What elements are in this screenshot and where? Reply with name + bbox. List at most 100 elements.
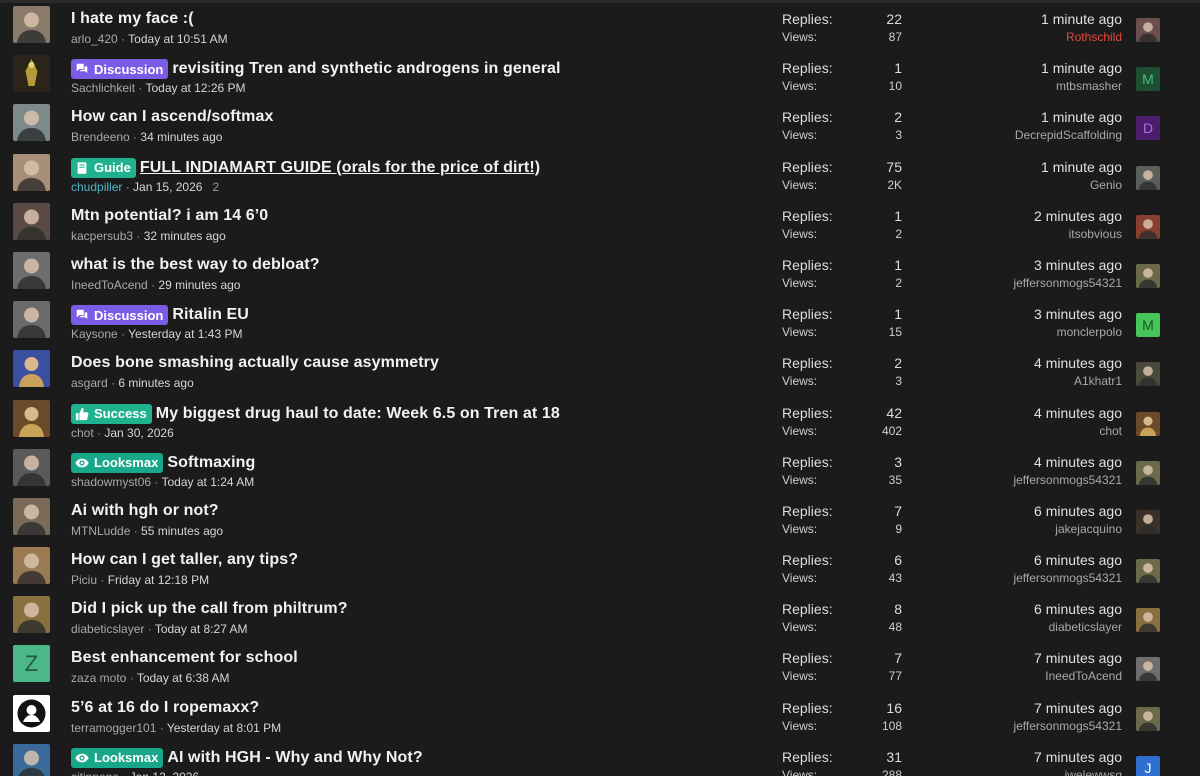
thread-start-date[interactable]: Today at 10:51 AM [128, 32, 227, 46]
thread-start-date[interactable]: Today at 8:27 AM [155, 622, 248, 636]
author-link[interactable]: chot [71, 426, 94, 440]
thread-title-link[interactable]: AI with HGH - Why and Why Not? [167, 749, 422, 767]
thread-title-link[interactable]: revisiting Tren and synthetic androgens … [172, 60, 560, 78]
last-post-time[interactable]: 7 minutes ago [1034, 749, 1122, 768]
author-link[interactable]: sitinpepe [71, 770, 119, 776]
author-link[interactable]: zaza moto [71, 671, 126, 685]
last-poster-avatar[interactable]: M [1136, 313, 1160, 338]
last-poster-avatar[interactable]: D [1136, 116, 1160, 141]
thread-row[interactable]: Mtn potential? i am 14 6’0 kacpersub3 · 3… [0, 200, 1200, 249]
last-post-user[interactable]: itsobvious [1034, 227, 1122, 241]
thread-start-date[interactable]: Yesterday at 1:43 PM [128, 327, 242, 341]
last-poster-avatar[interactable] [1136, 460, 1160, 485]
prefix-label-looksmax[interactable]: Looksmax [71, 747, 164, 768]
author-link[interactable]: chudpiller [71, 180, 122, 194]
thread-title-link[interactable]: I hate my face :( [71, 10, 194, 28]
last-post-time[interactable]: 1 minute ago [1015, 109, 1122, 128]
last-post-time[interactable]: 1 minute ago [1041, 159, 1122, 178]
thread-start-date[interactable]: 55 minutes ago [141, 524, 223, 538]
author-avatar[interactable] [13, 251, 50, 289]
author-avatar[interactable] [13, 497, 50, 535]
thread-row[interactable]: I hate my face :(arlo_420 · Today at 10:… [0, 3, 1200, 52]
prefix-label-success[interactable]: Success [71, 403, 152, 424]
last-post-time[interactable]: 3 minutes ago [1013, 257, 1122, 276]
author-avatar[interactable] [13, 596, 50, 634]
last-post-user[interactable]: A1khatr1 [1034, 374, 1122, 388]
thread-start-date[interactable]: Jan 30, 2026 [104, 426, 173, 440]
last-poster-avatar[interactable] [1136, 411, 1160, 436]
last-post-user[interactable]: jakejacquino [1034, 522, 1122, 536]
author-avatar[interactable] [13, 448, 50, 486]
page-jump-link[interactable]: 2 [212, 180, 219, 194]
last-post-time[interactable]: 1 minute ago [1041, 11, 1122, 30]
thread-title-link[interactable]: 5’6 at 16 do I ropemaxx? [71, 699, 259, 717]
last-poster-avatar[interactable] [1136, 608, 1160, 633]
thread-title-link[interactable]: Ai with hgh or not? [71, 502, 219, 520]
author-link[interactable]: diabeticslayer [71, 622, 144, 636]
author-avatar[interactable] [13, 104, 50, 142]
thread-title-link[interactable]: Mtn potential? i am 14 6’0 [71, 207, 268, 225]
last-poster-avatar[interactable] [1136, 559, 1160, 584]
last-poster-avatar[interactable] [1136, 706, 1160, 731]
last-post-user[interactable]: mtbsmasher [1041, 79, 1122, 93]
author-avatar[interactable] [13, 301, 50, 339]
thread-start-date[interactable]: Yesterday at 8:01 PM [167, 721, 281, 735]
last-poster-avatar[interactable] [1136, 362, 1160, 387]
thread-start-date[interactable]: Today at 1:24 AM [162, 475, 255, 489]
last-post-time[interactable]: 4 minutes ago [1013, 454, 1122, 473]
author-link[interactable]: arlo_420 [71, 32, 118, 46]
thread-row[interactable]: Discussion Ritalin EU Kaysone · Yesterday … [0, 298, 1200, 347]
author-link[interactable]: kacpersub3 [71, 229, 133, 243]
last-post-user[interactable]: Rothschild [1041, 30, 1122, 44]
last-poster-avatar[interactable] [1136, 263, 1160, 288]
thread-start-date[interactable]: Today at 12:26 PM [145, 81, 245, 95]
thread-row[interactable]: Did I pick up the call from philtrum? dia… [0, 593, 1200, 642]
thread-row[interactable]: Looksmax AI with HGH - Why and Why Not? si… [0, 741, 1200, 776]
author-link[interactable]: terramogger101 [71, 721, 156, 735]
thread-title-link[interactable]: Best enhancement for school [71, 649, 298, 667]
thread-start-date[interactable]: Jan 12, 2026 [130, 770, 199, 776]
last-post-time[interactable]: 3 minutes ago [1034, 306, 1122, 325]
author-avatar[interactable] [13, 153, 50, 191]
author-link[interactable]: IneedToAcend [71, 278, 148, 292]
thread-start-date[interactable]: 29 minutes ago [158, 278, 240, 292]
last-post-user[interactable]: jeffersonmogs54321 [1013, 571, 1122, 585]
author-link[interactable]: Kaysone [71, 327, 118, 341]
thread-row[interactable]: Discussion revisiting Tren and synthetic … [0, 52, 1200, 101]
author-link[interactable]: Piciu [71, 573, 97, 587]
last-post-time[interactable]: 7 minutes ago [1013, 700, 1122, 719]
thread-row[interactable]: How can I get taller, any tips? Piciu · F… [0, 544, 1200, 593]
author-avatar[interactable] [13, 202, 50, 240]
thread-row[interactable]: Success My biggest drug haul to date: Wee… [0, 397, 1200, 446]
thread-row[interactable]: 5’6 at 16 do I ropemaxx? terramogger101 ·… [0, 692, 1200, 741]
author-avatar[interactable] [13, 6, 50, 43]
last-post-time[interactable]: 6 minutes ago [1034, 503, 1122, 522]
thread-row[interactable]: Does bone smashing actually cause asymme… [0, 347, 1200, 396]
author-link[interactable]: shadowmyst06 [71, 475, 151, 489]
author-avatar[interactable] [13, 350, 50, 388]
thread-title-link[interactable]: My biggest drug haul to date: Week 6.5 o… [156, 405, 560, 423]
author-link[interactable]: Sachlichkeit [71, 81, 135, 95]
thread-title-link[interactable]: Does bone smashing actually cause asymme… [71, 354, 439, 372]
thread-row[interactable]: How can I ascend/softmax Brendeeno · 34 m… [0, 101, 1200, 150]
last-post-user[interactable]: IneedToAcend [1034, 669, 1122, 683]
last-poster-avatar[interactable]: J [1136, 755, 1160, 776]
last-post-time[interactable]: 4 minutes ago [1034, 405, 1122, 424]
last-post-user[interactable]: chot [1034, 424, 1122, 438]
author-link[interactable]: asgard [71, 376, 108, 390]
thread-row[interactable]: what is the best way to debloat? IneedToA… [0, 249, 1200, 298]
last-poster-avatar[interactable] [1136, 165, 1160, 190]
thread-title-link[interactable]: Ritalin EU [172, 306, 249, 324]
last-poster-avatar[interactable]: M [1136, 67, 1160, 92]
last-post-time[interactable]: 4 minutes ago [1034, 355, 1122, 374]
prefix-label-looksmax[interactable]: Looksmax [71, 452, 164, 473]
last-post-time[interactable]: 2 minutes ago [1034, 208, 1122, 227]
last-post-user[interactable]: jeffersonmogs54321 [1013, 276, 1122, 290]
author-avatar[interactable] [13, 694, 50, 732]
author-avatar[interactable] [13, 55, 50, 93]
last-poster-avatar[interactable] [1136, 18, 1160, 42]
thread-title-link[interactable]: what is the best way to debloat? [71, 256, 320, 274]
thread-title-link[interactable]: How can I get taller, any tips? [71, 551, 298, 569]
prefix-label-guide[interactable]: Guide [71, 157, 136, 178]
last-poster-avatar[interactable] [1136, 214, 1160, 239]
